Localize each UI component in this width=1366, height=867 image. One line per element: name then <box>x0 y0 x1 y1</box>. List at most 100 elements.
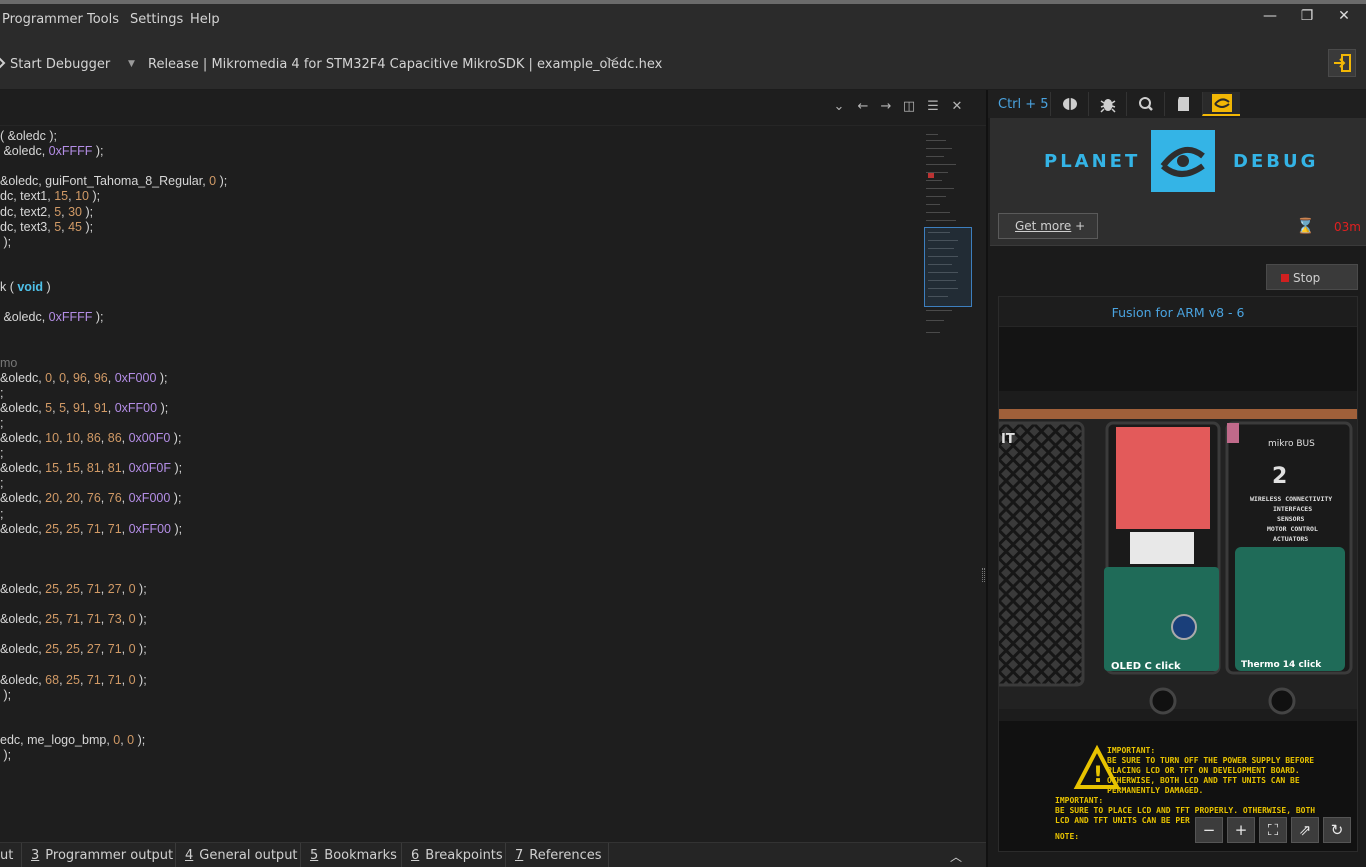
tab-number: 3 <box>31 848 40 863</box>
close-window-button[interactable]: ✕ <box>1334 8 1354 24</box>
tab-label: General output <box>199 848 298 863</box>
back-arrow-icon[interactable]: ← <box>854 99 872 114</box>
editor-tab-bar: ⌄ ← → ◫ ☰ ✕ <box>0 90 986 126</box>
tab-label: Bookmarks <box>324 848 397 863</box>
brain-icon[interactable] <box>1050 92 1088 116</box>
toolbar: Start Debugger ▼ Release | Mikromedia 4 … <box>0 40 1366 90</box>
code-line: ); <box>0 687 12 702</box>
tab-number: 7 <box>515 848 524 863</box>
code-line: &oledc, 68, 25, 71, 71, 0 ); <box>0 672 147 687</box>
code-line: &oledc, 25, 25, 71, 71, 0xFF00 ); <box>0 521 183 536</box>
zoom-in-button[interactable]: + <box>1227 817 1255 843</box>
code-line: dc, text2, 5, 30 ); <box>0 204 94 219</box>
mikrobus-label: mikro BUS <box>1268 439 1315 449</box>
chevron-down-icon[interactable]: ﹀ <box>606 54 618 71</box>
split-view-icon[interactable]: ◫ <box>900 99 918 114</box>
code-line: edc, me_logo_bmp, 0, 0 ); <box>0 733 146 747</box>
forward-arrow-icon[interactable]: → <box>877 99 895 114</box>
shortcut-label: Ctrl + 5 <box>998 97 1049 112</box>
code-line: ); <box>0 234 12 249</box>
build-config-selector[interactable]: Release | Mikromedia 4 for STM32F4 Capac… <box>148 57 662 72</box>
minimap-line <box>926 212 950 213</box>
planet-debug-icon[interactable] <box>1202 92 1240 116</box>
plus-icon: + <box>1075 219 1086 233</box>
chevron-down-icon[interactable]: ⌄ <box>830 99 848 114</box>
code-line: &oledc, 25, 71, 71, 73, 0 ); <box>0 612 147 627</box>
code-editor[interactable]: ⌄ ← → ◫ ☰ ✕ ( &oledc ); &oledc, 0xFFFF )… <box>0 90 986 842</box>
code-line: &oledc, guiFont_Tahoma_8_Regular, 0 ); <box>0 174 228 189</box>
code-area[interactable]: ( &oledc ); &oledc, 0xFFFF ); &oledc, gui… <box>0 126 920 836</box>
minimap[interactable] <box>922 126 976 356</box>
planet-debug-banner: PLANET DEBUG <box>990 118 1366 208</box>
minimap-line <box>926 310 952 311</box>
bug-icon[interactable] <box>1088 92 1126 116</box>
minimize-button[interactable]: — <box>1260 8 1280 24</box>
tab-general-output[interactable]: 4 General output <box>176 843 301 867</box>
popout-icon[interactable]: ⇗ <box>1291 817 1319 843</box>
session-row: Get more + ⌛ 03m <box>990 208 1366 246</box>
note-label: NOTE: <box>1055 832 1079 841</box>
restore-button[interactable]: ❐ <box>1297 8 1317 24</box>
stop-icon <box>1281 274 1289 282</box>
menu-programmer[interactable]: Programmer <box>2 12 83 27</box>
code-line: ( &oledc ); <box>0 129 57 143</box>
tab-breakpoints[interactable]: 6 Breakpoints <box>402 843 506 867</box>
tab-label: Programmer output <box>45 848 174 863</box>
minimap-line <box>926 156 944 157</box>
code-line: ; <box>0 446 4 461</box>
debug-word: DEBUG <box>1233 151 1319 172</box>
code-line: dc, text1, 15, 10 ); <box>0 189 101 204</box>
layout-icon[interactable]: ☰ <box>924 99 942 114</box>
feature-label: SENSORS <box>1277 515 1304 523</box>
minimap-line <box>926 220 956 221</box>
fusion-board-view: Fusion for ARM v8 - 6 IT mikro BUS 2 WIR… <box>998 296 1358 852</box>
panel-splitter-handle[interactable] <box>982 568 985 582</box>
fusion-title: Fusion for ARM v8 - 6 <box>999 297 1357 327</box>
sdcard-icon[interactable] <box>1164 92 1202 116</box>
get-more-button[interactable]: Get more + <box>998 213 1098 239</box>
chevron-up-icon[interactable]: ︿ <box>950 848 962 865</box>
close-editor-icon[interactable]: ✕ <box>948 99 966 114</box>
minimap-line <box>926 320 944 321</box>
tab-output[interactable]: ut <box>0 843 22 867</box>
code-line: &oledc, 0xFFFF ); <box>0 144 104 159</box>
fullscreen-icon[interactable]: ⛶ <box>1259 817 1287 843</box>
minimap-line <box>926 172 948 173</box>
menu-tools[interactable]: Tools <box>87 12 119 27</box>
refresh-icon[interactable]: ↻ <box>1323 817 1351 843</box>
minimap-line <box>926 180 942 181</box>
feature-label: WIRELESS CONNECTIVITY <box>1250 495 1332 503</box>
stop-button[interactable]: Stop <box>1266 264 1358 290</box>
menu-bar: Programmer Tools Settings Help — ❐ ✕ <box>0 4 1366 40</box>
minimap-line <box>926 148 952 149</box>
hourglass-icon: ⌛ <box>1296 217 1315 235</box>
menu-settings[interactable]: Settings <box>130 12 183 27</box>
code-line: ; <box>0 385 4 400</box>
feature-label: INTERFACES <box>1273 505 1312 513</box>
tab-programmer-output[interactable]: 3 Programmer output <box>22 843 176 867</box>
svg-text:IT: IT <box>1001 432 1015 447</box>
board-camera-image: IT mikro BUS 2 WIRELESS CONNECTIVITY INT… <box>999 391 1357 851</box>
exit-icon <box>1334 54 1351 72</box>
code-line: &oledc, 20, 20, 76, 76, 0xF000 ); <box>0 491 182 506</box>
zoom-icon[interactable] <box>1126 92 1164 116</box>
code-line: &oledc, 0xFFFF ); <box>0 310 104 325</box>
planet-word: PLANET <box>1044 151 1141 172</box>
get-more-label: Get more <box>1015 219 1072 233</box>
planet-debug-logo <box>1151 130 1215 192</box>
code-line: &oledc, 15, 15, 81, 81, 0x0F0F ); <box>0 461 183 476</box>
zoom-out-button[interactable]: − <box>1195 817 1223 843</box>
tab-references[interactable]: 7 References <box>506 843 609 867</box>
tab-bookmarks[interactable]: 5 Bookmarks <box>301 843 402 867</box>
tab-number: 5 <box>310 848 319 863</box>
tab-number: 6 <box>411 848 420 863</box>
code-line: &oledc, 25, 25, 27, 71, 0 ); <box>0 642 147 657</box>
feature-label: ACTUATORS <box>1273 535 1308 543</box>
menu-help[interactable]: Help <box>190 12 220 27</box>
exit-panel-button[interactable] <box>1328 49 1356 77</box>
minimap-line <box>926 204 940 205</box>
code-line: ; <box>0 415 4 430</box>
debugger-dropdown-icon[interactable]: ▼ <box>128 59 135 69</box>
start-debugger-button[interactable]: Start Debugger <box>0 57 110 72</box>
minimap-viewport[interactable] <box>924 227 972 307</box>
